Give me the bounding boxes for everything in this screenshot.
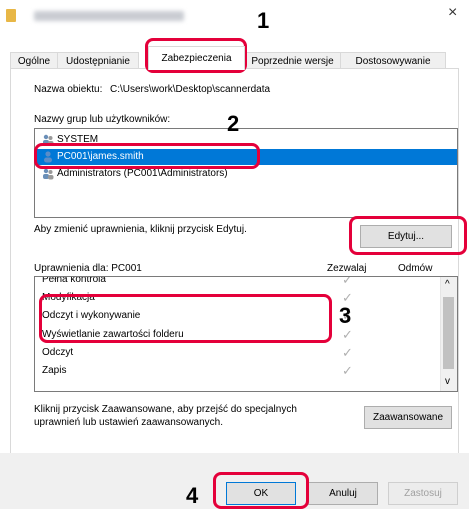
window-title-blurred (34, 11, 184, 21)
highlight-permissions (39, 294, 332, 343)
permission-row-read: Odczyt ✓ (35, 344, 435, 362)
permission-name: Zapis (42, 365, 67, 376)
groups-heading: Nazwy grup lub użytkowników: (34, 114, 171, 125)
permissions-scrollbar[interactable]: ^ v (440, 277, 457, 391)
highlight-ok-button (213, 472, 309, 509)
permission-row-write: Zapis ✓ (35, 362, 435, 380)
callout-number-4: 4 (186, 483, 199, 508)
advanced-button[interactable]: Zaawansowane (364, 406, 452, 429)
advanced-hint-line1: Kliknij przycisk Zaawansowane, aby przej… (34, 404, 297, 415)
title-bar: × (0, 0, 469, 34)
callout-number-2: 2 (227, 111, 240, 136)
permission-row-full-control: Pełna kontrola ✓ (35, 276, 435, 289)
callout-number-1: 1 (257, 8, 270, 33)
tab-security[interactable]: Zabezpieczenia (148, 46, 245, 70)
scroll-down-icon[interactable]: v (445, 376, 450, 387)
allow-check-icon: ✓ (342, 276, 353, 287)
cancel-button[interactable]: Anuluj (308, 482, 378, 505)
allow-check-icon: ✓ (342, 345, 353, 360)
permissions-heading: Uprawnienia dla: PC001 (34, 263, 142, 274)
close-icon[interactable]: × (448, 4, 457, 22)
highlight-edit-button (349, 216, 467, 255)
scroll-thumb[interactable] (443, 297, 454, 369)
edit-hint: Aby zmienić uprawnienia, kliknij przycis… (34, 224, 247, 235)
permission-name: Pełna kontrola (42, 276, 106, 285)
permission-name: Odczyt (42, 347, 74, 358)
tab-strip: Ogólne Udostępnianie Zabezpieczenia Popr… (0, 46, 469, 70)
allow-column-header: Zezwalaj (327, 263, 367, 274)
users-icon (43, 168, 54, 180)
object-name-label: Nazwa obiektu: (34, 84, 103, 95)
highlight-selected-user (34, 143, 260, 169)
scroll-up-icon[interactable]: ^ (445, 279, 450, 290)
callout-number-3: 3 (339, 303, 352, 328)
folder-icon (6, 9, 16, 22)
deny-column-header: Odmów (398, 263, 433, 274)
groups-list[interactable]: SYSTEM PC001\james.smith Administrators … (34, 128, 458, 218)
advanced-hint-line2: uprawnień lub ustawień zaawansowanych. (34, 417, 224, 428)
allow-check-icon: ✓ (342, 363, 353, 378)
object-path: C:\Users\work\Desktop\scannerdata (110, 84, 271, 95)
apply-button[interactable]: Zastosuj (388, 482, 458, 505)
